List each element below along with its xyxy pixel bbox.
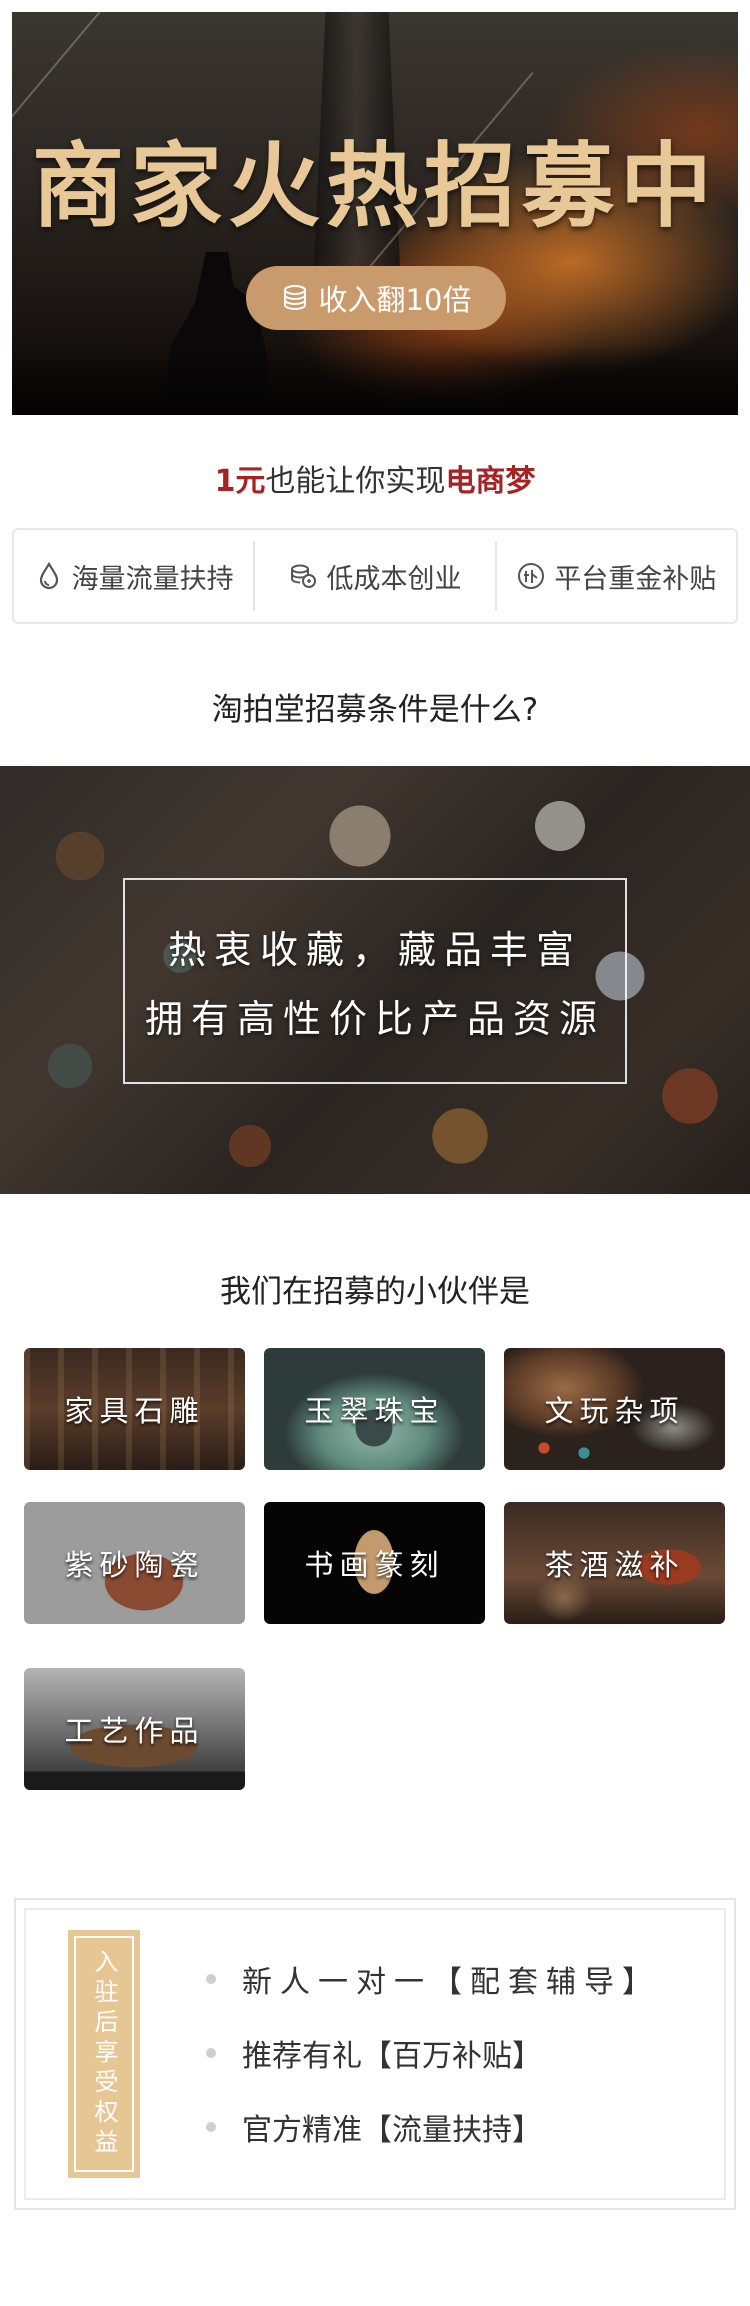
conditions-title: 淘拍堂招募条件是什么?: [211, 692, 539, 728]
bullet-dot: [206, 2048, 216, 2058]
benefits-card: 入驻后享受权益 新人一对一【配套辅导】 推荐有礼【百万补贴】 官方精准【流量扶持…: [14, 1898, 736, 2210]
feature-low-cost: 低成本创业: [253, 541, 494, 611]
feature-label: 平台重金补贴: [554, 563, 717, 595]
category-label: 书画篆刻: [304, 1548, 445, 1582]
category-label: 工艺作品: [64, 1714, 205, 1748]
conditions-frame: 热衷收藏，藏品丰富 拥有高性价比产品资源: [123, 878, 627, 1084]
benefits-list: 新人一对一【配套辅导】 推荐有礼【百万补贴】 官方精准【流量扶持】: [206, 1942, 660, 2164]
feature-label: 海量流量扶持: [71, 563, 234, 595]
hero-banner: 商家火热招募中 收入翻10倍: [12, 12, 738, 415]
category-label: 文玩杂项: [544, 1394, 685, 1428]
coins-icon: [291, 564, 317, 588]
conditions-banner: 热衷收藏，藏品丰富 拥有高性价比产品资源: [0, 766, 750, 1194]
benefits-badge: 入驻后享受权益: [68, 1930, 140, 2178]
features-bar: 海量流量扶持 低成本创业 平台重金补贴: [12, 528, 738, 624]
drop-icon: [39, 561, 58, 590]
slogan: 1元也能让你实现电商梦: [0, 456, 750, 500]
slogan-price: 1元: [214, 464, 266, 499]
category-handicrafts[interactable]: 工艺作品: [24, 1668, 245, 1790]
benefit-item: 官方精准【流量扶持】: [206, 2090, 660, 2164]
income-pill-label: 收入翻10倍: [318, 283, 472, 317]
hero-title: 商家火热招募中: [31, 132, 718, 240]
benefit-label: 官方精准【流量扶持】: [242, 2113, 542, 2148]
category-tea-wine-tonic[interactable]: 茶酒滋补: [504, 1502, 725, 1624]
category-calligraphy-seal[interactable]: 书画篆刻: [264, 1502, 485, 1624]
feature-label: 低成本创业: [326, 563, 462, 595]
benefit-item: 推荐有礼【百万补贴】: [206, 2016, 660, 2090]
category-label: 玉翠珠宝: [304, 1394, 445, 1428]
condition-line-1: 热衷收藏，藏品丰富: [167, 928, 582, 972]
benefit-label: 新人一对一【配套辅导】: [242, 1965, 660, 2000]
feature-subsidy: 平台重金补贴: [494, 541, 736, 611]
slogan-middle: 也能让你实现: [265, 464, 446, 499]
coin-stack-icon: [283, 285, 306, 311]
benefit-label: 推荐有礼【百万补贴】: [242, 2039, 542, 2074]
bullet-dot: [206, 2122, 216, 2132]
category-label: 家具石雕: [64, 1394, 205, 1428]
hero-ground-shade: [12, 345, 738, 415]
condition-line-2: 拥有高性价比产品资源: [144, 997, 605, 1041]
income-pill-button[interactable]: 收入翻10倍: [246, 266, 506, 330]
feature-traffic: 海量流量扶持: [14, 541, 253, 611]
category-zisha-ceramics[interactable]: 紫砂陶瓷: [24, 1502, 245, 1624]
category-jade-jewelry[interactable]: 玉翠珠宝: [264, 1348, 485, 1470]
slogan-highlight: 电商梦: [445, 464, 536, 499]
category-curios[interactable]: 文玩杂项: [504, 1348, 725, 1470]
benefit-item: 新人一对一【配套辅导】: [206, 1942, 660, 2016]
benefits-badge-label: 入驻后享受权益: [74, 1936, 134, 2172]
category-label: 茶酒滋补: [544, 1548, 685, 1582]
bullet-dot: [206, 1974, 216, 1984]
subsidy-badge-icon: [518, 563, 545, 589]
category-label: 紫砂陶瓷: [64, 1548, 205, 1582]
category-furniture-stone[interactable]: 家具石雕: [24, 1348, 245, 1470]
partners-title: 我们在招募的小伙伴是: [220, 1274, 530, 1310]
